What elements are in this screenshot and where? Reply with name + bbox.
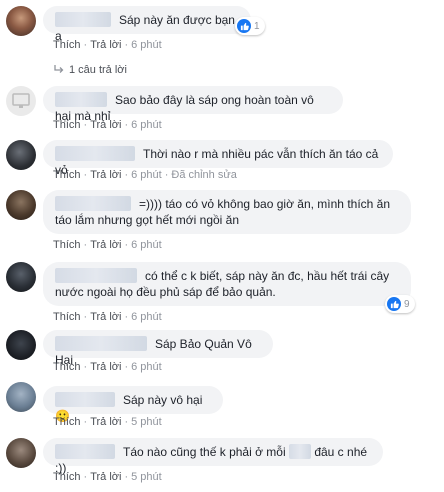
placeholder-avatar-icon xyxy=(12,93,30,108)
avatar[interactable] xyxy=(6,330,36,360)
separator: · xyxy=(83,169,88,181)
separator: · xyxy=(124,39,129,51)
reaction-number: 9 xyxy=(404,298,410,310)
reply-link[interactable]: Trả lời xyxy=(90,169,121,181)
blurred-author-name[interactable] xyxy=(55,146,135,161)
blurred-author-name[interactable] xyxy=(55,12,111,27)
separator: · xyxy=(83,119,88,131)
blurred-author-name[interactable] xyxy=(55,336,147,351)
comment-bubble: Sáp này vô hại 🙂 xyxy=(43,386,223,423)
avatar[interactable] xyxy=(6,262,36,292)
separator: · xyxy=(164,169,169,181)
avatar[interactable] xyxy=(6,140,36,170)
comment-bubble: Sáp Bảo Quản Vô Hại xyxy=(43,330,273,367)
reply-link[interactable]: Trả lời xyxy=(90,311,121,323)
comment-text-line: táo lắm nhưng gọt hết mới ngồi ăn xyxy=(55,213,240,227)
separator: · xyxy=(124,169,129,181)
blurred-author-name[interactable] xyxy=(55,392,115,407)
comment-actions: Thích · Trả lời · 6 phút xyxy=(53,118,162,132)
timestamp[interactable]: 6 phút xyxy=(131,311,162,323)
timestamp[interactable]: 6 phút xyxy=(131,361,162,373)
like-link[interactable]: Thích xyxy=(53,416,81,428)
timestamp[interactable]: 6 phút xyxy=(131,119,162,131)
reaction-number: 1 xyxy=(254,20,260,32)
avatar[interactable] xyxy=(6,438,36,468)
separator: · xyxy=(124,311,129,323)
separator: · xyxy=(124,416,129,428)
reply-link[interactable]: Trả lời xyxy=(90,119,121,131)
replies-count: 1 câu trả lời xyxy=(69,64,127,76)
separator: · xyxy=(83,39,88,51)
avatar[interactable] xyxy=(6,382,36,412)
separator: · xyxy=(83,239,88,251)
like-reaction-icon xyxy=(387,297,401,311)
separator: · xyxy=(124,361,129,373)
comment-actions: Thích · Trả lời · 6 phút xyxy=(53,360,162,374)
separator: · xyxy=(83,471,88,483)
like-link[interactable]: Thích xyxy=(53,119,81,131)
comment-bubble: Sao bảo đây là sáp ong hoàn toàn vô hại … xyxy=(43,86,343,123)
like-link[interactable]: Thích xyxy=(53,39,81,51)
separator: · xyxy=(124,471,129,483)
comment-actions: Thích · Trả lời · 6 phút · Đã chỉnh sửa xyxy=(53,168,237,182)
timestamp[interactable]: 6 phút xyxy=(131,39,162,51)
timestamp[interactable]: 5 phút xyxy=(131,416,162,428)
separator: · xyxy=(83,416,88,428)
timestamp[interactable]: 6 phút xyxy=(131,239,162,251)
comment-actions: Thích · Trả lời · 5 phút xyxy=(53,415,162,429)
comment-text: Sáp này vô hại xyxy=(123,393,203,407)
blurred-place-name xyxy=(288,444,311,459)
comment-text: Táo nào cũng thế k phải ở mỗi xyxy=(123,445,286,459)
comment-text-line: nước ngoài họ đều phủ sáp để bảo quản. xyxy=(55,285,276,299)
separator: · xyxy=(83,361,88,373)
separator: · xyxy=(83,311,88,323)
edited-label[interactable]: Đã chỉnh sửa xyxy=(171,169,236,181)
reply-link[interactable]: Trả lời xyxy=(90,416,121,428)
like-link[interactable]: Thích xyxy=(53,471,81,483)
like-link[interactable]: Thích xyxy=(53,239,81,251)
reply-arrow-icon xyxy=(54,65,64,73)
timestamp[interactable]: 5 phút xyxy=(131,471,162,483)
view-replies-link[interactable]: 1 câu trả lời xyxy=(54,63,127,77)
blurred-author-name[interactable] xyxy=(55,268,137,283)
like-link[interactable]: Thích xyxy=(53,361,81,373)
blurred-author-name[interactable] xyxy=(55,196,131,211)
comment-text-line: có thể c k biết, sáp này ăn đc, hầu hết … xyxy=(145,269,390,283)
like-link[interactable]: Thích xyxy=(53,169,81,181)
like-link[interactable]: Thích xyxy=(53,311,81,323)
comment-bubble: =)))) táo có vỏ không bao giờ ăn, mình t… xyxy=(43,190,411,234)
separator: · xyxy=(124,239,129,251)
comment-bubble: Thời nào r mà nhiều pác vẫn thích ăn táo… xyxy=(43,140,393,177)
blurred-author-name[interactable] xyxy=(55,92,107,107)
comment-bubble: Táo nào cũng thế k phải ở mỗi đâu c nhé … xyxy=(43,438,383,475)
comment-bubble: có thể c k biết, sáp này ăn đc, hầu hết … xyxy=(43,262,411,306)
comment-text-line: =)))) táo có vỏ không bao giờ ăn, mình t… xyxy=(139,197,391,211)
reaction-count[interactable]: 9 xyxy=(385,295,415,313)
separator: · xyxy=(124,119,129,131)
avatar[interactable] xyxy=(6,190,36,220)
comment-actions: Thích · Trả lời · 6 phút xyxy=(53,310,162,324)
comment-bubble: Sáp này ăn được bạn ạ xyxy=(43,6,251,43)
reaction-count[interactable]: 1 xyxy=(235,17,265,35)
avatar[interactable] xyxy=(6,86,36,116)
comment-actions: Thích · Trả lời · 6 phút xyxy=(53,238,162,252)
avatar[interactable] xyxy=(6,6,36,36)
comment-actions: Thích · Trả lời · 5 phút xyxy=(53,470,162,484)
blurred-author-name[interactable] xyxy=(55,444,115,459)
reply-link[interactable]: Trả lời xyxy=(90,361,121,373)
reply-link[interactable]: Trả lời xyxy=(90,39,121,51)
like-reaction-icon xyxy=(237,19,251,33)
timestamp[interactable]: 6 phút xyxy=(131,169,162,181)
comment-actions: Thích · Trả lời · 6 phút xyxy=(53,38,162,52)
reply-link[interactable]: Trả lời xyxy=(90,471,121,483)
reply-link[interactable]: Trả lời xyxy=(90,239,121,251)
